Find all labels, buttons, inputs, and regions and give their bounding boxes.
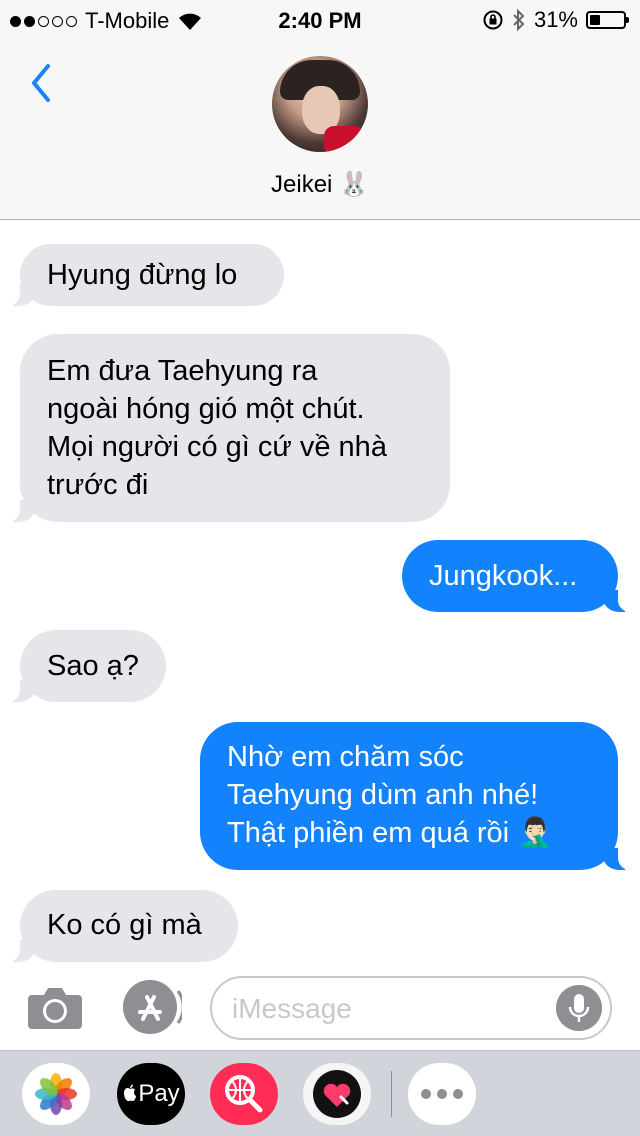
apple-pay-icon[interactable]: Pay — [117, 1063, 185, 1125]
message-text: Taehyung dùm anh nhé! — [227, 779, 539, 811]
message-text: Ko có gì mà — [47, 909, 202, 941]
message-text: Sao ạ? — [47, 650, 139, 682]
message-text: Em đưa Taehyung ra — [47, 355, 318, 387]
more-apps-icon[interactable] — [408, 1063, 476, 1125]
app-store-icon[interactable] — [120, 979, 182, 1035]
compose-bar: iMessage — [0, 965, 640, 1050]
message-bubble-incoming[interactable]: Sao ạ? — [0, 630, 166, 702]
message-input-placeholder: iMessage — [232, 993, 352, 1024]
digital-touch-icon[interactable] — [303, 1063, 371, 1125]
conversation-header: Jeikei 🐰 — [0, 40, 640, 220]
microphone-icon[interactable] — [556, 985, 602, 1031]
chevron-left-icon[interactable] — [22, 58, 62, 108]
message-list: Hyung đừng lo Em đưa Taehyung ra ngoài h… — [0, 220, 640, 965]
rotation-lock-icon — [483, 10, 503, 30]
photos-app-icon[interactable] — [22, 1063, 90, 1125]
message-bubble-incoming[interactable]: Ko có gì mà — [0, 890, 238, 962]
message-bubble-outgoing[interactable]: Nhờ em chăm sóc Taehyung dùm anh nhé! Th… — [200, 722, 640, 870]
camera-icon[interactable] — [26, 983, 84, 1031]
status-bar: T-Mobile 2:40 PM 31% — [0, 0, 640, 40]
message-text: ngoài hóng gió một chút. — [47, 393, 365, 425]
contact-avatar[interactable] — [272, 56, 368, 152]
message-bubble-incoming[interactable]: Em đưa Taehyung ra ngoài hóng gió một ch… — [0, 334, 450, 522]
message-text: Nhờ em chăm sóc — [227, 741, 464, 773]
message-text: Hyung đừng lo — [47, 259, 238, 291]
contact-name[interactable]: Jeikei 🐰 — [0, 170, 640, 199]
message-text: Thật phiền em quá rồi 🤦🏻‍♂️ — [227, 817, 554, 849]
drawer-divider — [391, 1071, 392, 1117]
web-search-icon[interactable] — [210, 1063, 278, 1125]
message-text: Mọi người có gì cứ về nhà — [47, 431, 387, 463]
message-bubble-incoming[interactable]: Hyung đừng lo — [0, 244, 284, 306]
message-text: Jungkook... — [429, 560, 578, 592]
apple-logo-icon — [124, 1084, 137, 1102]
messages-screen: T-Mobile 2:40 PM 31% Jeikei 🐰 Hyung đừng… — [0, 0, 640, 1136]
message-text: trước đi — [47, 469, 149, 501]
message-input[interactable]: iMessage — [210, 976, 612, 1040]
battery-percent: 31% — [533, 7, 578, 32]
app-drawer: Pay — [0, 1050, 640, 1136]
battery-icon — [586, 11, 629, 29]
message-bubble-outgoing[interactable]: Jungkook... — [402, 540, 640, 612]
bluetooth-icon — [513, 8, 525, 32]
pay-label: Pay — [138, 1080, 180, 1107]
